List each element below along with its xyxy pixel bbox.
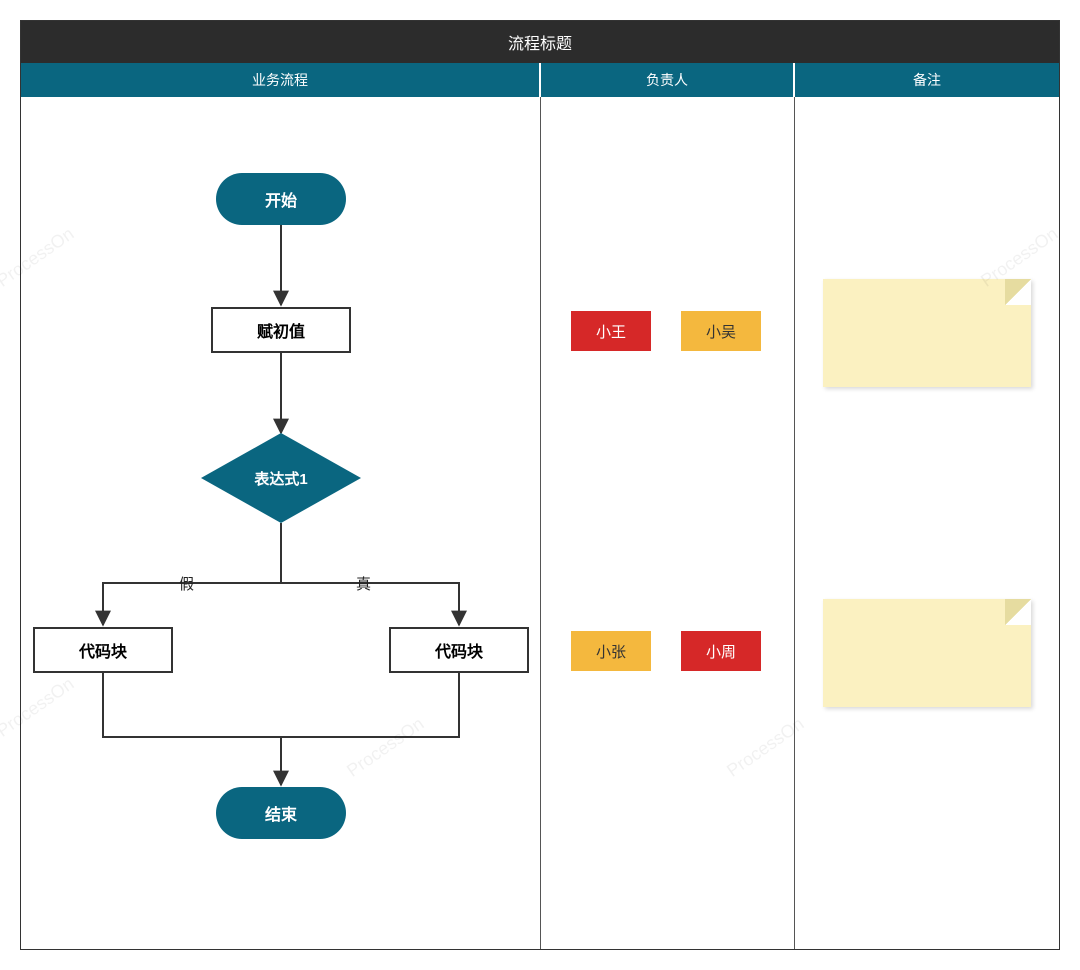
col-notes: ProcessOn (795, 97, 1059, 949)
watermark: ProcessOn (343, 713, 428, 781)
watermark: ProcessOn (0, 223, 78, 291)
col-header-process: 业务流程 (21, 63, 541, 97)
sticky-note-2[interactable] (823, 599, 1031, 707)
owner-tag-zhang[interactable]: 小张 (571, 631, 651, 671)
label-true: 真 (356, 573, 371, 594)
node-end[interactable]: 结束 (216, 787, 346, 839)
col-header-notes: 备注 (795, 63, 1059, 97)
col-owners: 小王 小吴 小张 小周 ProcessOn (541, 97, 795, 949)
node-code-right[interactable]: 代码块 (389, 627, 529, 673)
column-headers: 业务流程 负责人 备注 (21, 63, 1059, 97)
watermark: ProcessOn (0, 673, 78, 741)
sticky-note-1[interactable] (823, 279, 1031, 387)
swimlane-diagram: 流程标题 业务流程 负责人 备注 (20, 20, 1060, 950)
col-process: 开始 赋初值 表达式1 假 真 代码块 代码块 (21, 97, 541, 949)
node-init[interactable]: 赋初值 (211, 307, 351, 353)
node-start[interactable]: 开始 (216, 173, 346, 225)
node-code-left[interactable]: 代码块 (33, 627, 173, 673)
label-false: 假 (179, 573, 194, 594)
owner-tag-wu[interactable]: 小吴 (681, 311, 761, 351)
owner-tag-wang[interactable]: 小王 (571, 311, 651, 351)
node-decision[interactable]: 表达式1 (201, 433, 361, 523)
owner-tag-zhou[interactable]: 小周 (681, 631, 761, 671)
diagram-title-bar: 流程标题 (21, 21, 1059, 63)
diagram-body: 开始 赋初值 表达式1 假 真 代码块 代码块 (21, 97, 1059, 949)
col-header-owner: 负责人 (541, 63, 795, 97)
diagram-title: 流程标题 (508, 30, 572, 54)
